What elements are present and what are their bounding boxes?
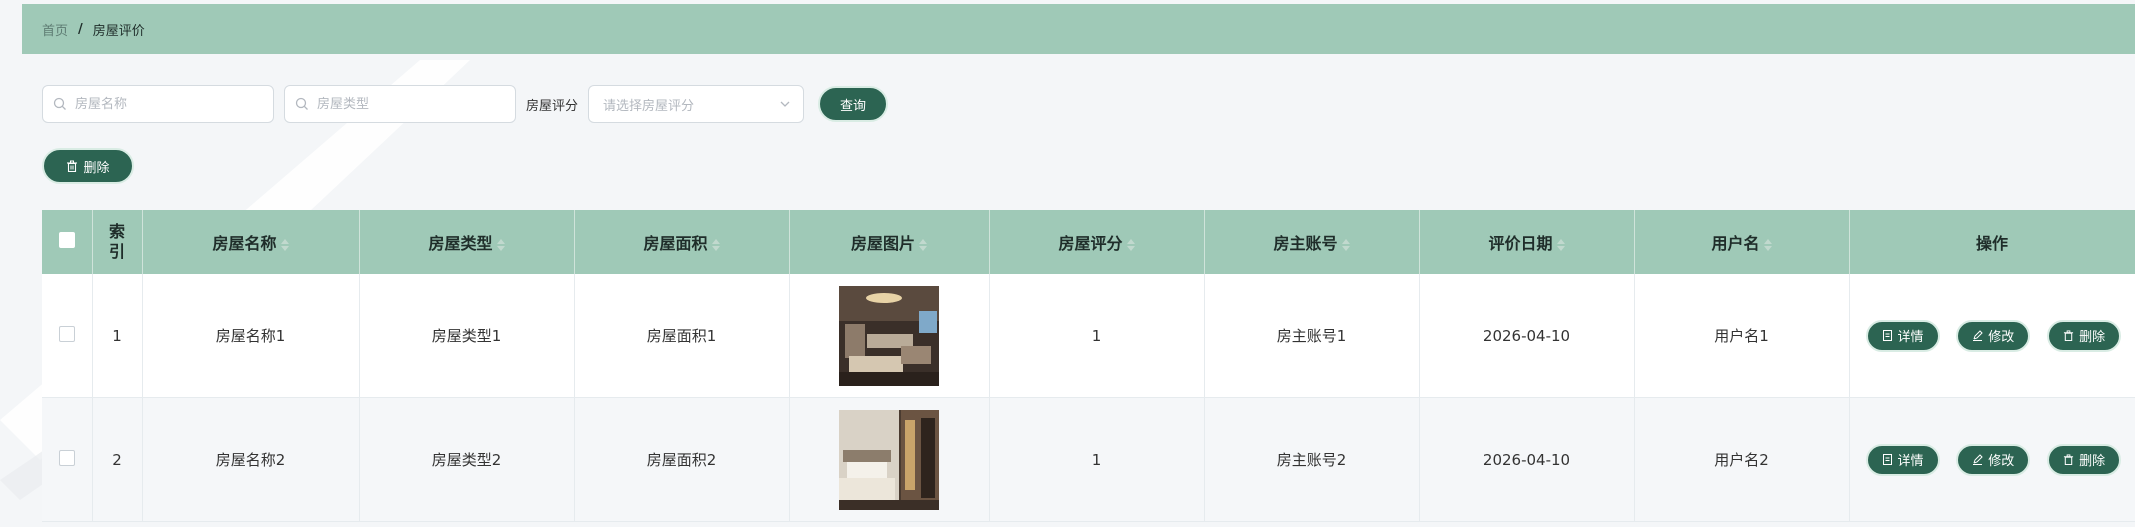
header-date[interactable]: 评价日期	[1419, 210, 1635, 274]
batch-delete-button[interactable]: 删除	[42, 148, 134, 184]
select-all-cell[interactable]	[42, 210, 93, 274]
cell-rating: 1	[989, 274, 1205, 398]
cell-index: 1	[92, 274, 143, 398]
row-delete-button[interactable]: 删除	[2047, 443, 2122, 476]
document-icon	[1882, 454, 1892, 465]
pencil-icon	[1973, 330, 1984, 341]
app: 首页 / 房屋评价 房屋评分 请选择房屋评分 查询 删除	[22, 0, 2135, 527]
cell-user: 用户名2	[1634, 397, 1850, 522]
header-type[interactable]: 房屋类型	[359, 210, 575, 274]
cell-type: 房屋类型1	[359, 274, 575, 398]
search-icon	[53, 97, 66, 110]
header-user-label: 用户名	[1711, 234, 1760, 253]
sort-icon[interactable]	[1763, 238, 1772, 252]
table-row[interactable]: 1 房屋名称1 房屋类型1 房屋面积1 1 房主账号1 2026-04-10 用…	[42, 274, 2135, 398]
edit-button[interactable]: 修改	[1956, 443, 2031, 476]
detail-label: 详情	[1897, 454, 1924, 469]
edit-label: 修改	[1988, 454, 2015, 469]
header-image[interactable]: 房屋图片	[789, 210, 990, 274]
detail-button[interactable]: 详情	[1865, 319, 1940, 352]
search-icon	[295, 97, 308, 110]
sort-icon[interactable]	[496, 238, 505, 252]
row-delete-label: 删除	[2079, 454, 2106, 469]
house-name-input[interactable]	[73, 95, 267, 113]
detail-button[interactable]: 详情	[1865, 443, 1940, 476]
cell-type: 房屋类型2	[359, 397, 575, 522]
detail-label: 详情	[1897, 330, 1924, 345]
trash-icon	[2064, 454, 2074, 465]
cell-name: 房屋名称1	[142, 274, 360, 398]
header-owner-label: 房主账号	[1273, 234, 1338, 253]
header-name[interactable]: 房屋名称	[142, 210, 360, 274]
header-index: 索引	[92, 210, 143, 274]
cell-actions: 详情 修改 删除	[1849, 397, 2135, 522]
row-select-cell[interactable]	[42, 397, 93, 522]
rating-select[interactable]: 请选择房屋评分	[588, 85, 805, 123]
breadcrumb-home[interactable]: 首页	[42, 20, 68, 39]
cell-image	[789, 274, 990, 398]
edit-label: 修改	[1988, 330, 2015, 345]
cell-owner: 房主账号2	[1204, 397, 1420, 522]
sort-icon[interactable]	[919, 238, 927, 252]
sort-icon[interactable]	[1556, 238, 1565, 252]
row-checkbox[interactable]	[58, 325, 75, 342]
cell-actions: 详情 修改 删除	[1849, 274, 2135, 398]
house-image[interactable]	[839, 409, 939, 510]
breadcrumb: 首页 / 房屋评价	[22, 4, 2135, 54]
header-actions: 操作	[1849, 210, 2135, 274]
select-all-checkbox[interactable]	[58, 232, 75, 248]
cell-name: 房屋名称2	[142, 397, 360, 522]
trash-icon	[2064, 330, 2074, 341]
row-checkbox[interactable]	[58, 449, 75, 466]
document-icon	[1882, 330, 1892, 341]
header-user[interactable]: 用户名	[1634, 210, 1850, 274]
rating-label: 房屋评分	[526, 98, 579, 114]
query-button[interactable]: 查询	[818, 86, 889, 122]
cell-date: 2026-04-10	[1419, 397, 1635, 522]
header-rating-label: 房屋评分	[1058, 234, 1123, 253]
edit-button[interactable]: 修改	[1956, 319, 2031, 352]
sort-icon[interactable]	[1341, 238, 1350, 252]
cell-user: 用户名1	[1634, 274, 1850, 398]
search-bar: 房屋评分 请选择房屋评分 查询	[42, 84, 889, 124]
review-table: 索引 房屋名称 房屋类型 房屋面积 房屋图片 房屋评分 房主账号 评价日期 用户…	[42, 210, 2135, 522]
cell-owner: 房主账号1	[1204, 274, 1420, 398]
header-index-label: 索引	[108, 222, 125, 261]
cell-date: 2026-04-10	[1419, 274, 1635, 398]
header-rating[interactable]: 房屋评分	[989, 210, 1205, 274]
house-image[interactable]	[839, 285, 939, 386]
header-image-label: 房屋图片	[850, 234, 915, 253]
header-owner[interactable]: 房主账号	[1204, 210, 1420, 274]
table-row[interactable]: 2 房屋名称2 房屋类型2 房屋面积2 1 房主账号2 2026-04-10 用…	[42, 397, 2135, 522]
row-delete-label: 删除	[2079, 330, 2106, 345]
pencil-icon	[1973, 454, 1984, 465]
table-header-row: 索引 房屋名称 房屋类型 房屋面积 房屋图片 房屋评分 房主账号 评价日期 用户…	[42, 210, 2135, 274]
breadcrumb-separator: /	[78, 21, 83, 37]
batch-delete-label: 删除	[83, 160, 110, 176]
cell-index: 2	[92, 397, 143, 522]
header-name-label: 房屋名称	[212, 234, 277, 253]
cell-area: 房屋面积1	[574, 274, 790, 398]
row-select-cell[interactable]	[42, 274, 93, 398]
rating-select-placeholder: 请选择房屋评分	[603, 98, 695, 114]
header-actions-label: 操作	[1975, 234, 2008, 253]
header-date-label: 评价日期	[1488, 234, 1553, 253]
sort-icon[interactable]	[280, 238, 289, 252]
header-type-label: 房屋类型	[428, 234, 493, 253]
header-area-label: 房屋面积	[643, 234, 708, 253]
cell-area: 房屋面积2	[574, 397, 790, 522]
house-type-input[interactable]	[315, 95, 509, 113]
cell-rating: 1	[989, 397, 1205, 522]
trash-icon	[67, 160, 78, 172]
sort-icon[interactable]	[1126, 238, 1135, 252]
header-area[interactable]: 房屋面积	[574, 210, 790, 274]
row-delete-button[interactable]: 删除	[2047, 319, 2122, 352]
breadcrumb-current: 房屋评价	[92, 23, 145, 39]
house-type-search[interactable]	[284, 85, 516, 123]
cell-image	[789, 397, 990, 522]
house-name-search[interactable]	[42, 85, 274, 123]
chevron-down-icon	[780, 101, 790, 107]
sort-icon[interactable]	[711, 238, 720, 252]
